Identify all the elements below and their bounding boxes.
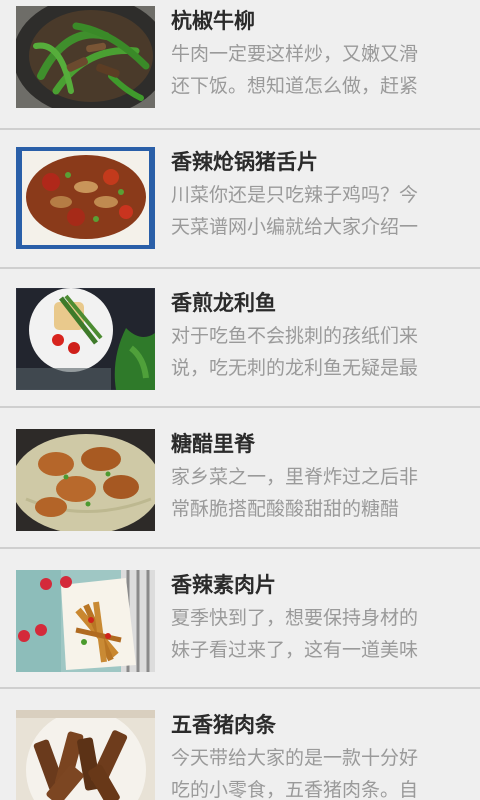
recipe-title: 香辣素肉片 xyxy=(171,573,276,597)
recipe-title: 香煎龙利鱼 xyxy=(171,291,276,315)
recipe-item[interactable]: 香辣素肉片 夏季快到了，想要保持身材的妹子看过来了，这有一道美味的素 xyxy=(0,550,480,689)
recipe-title: 五香猪肉条 xyxy=(171,713,276,737)
recipe-description: 夏季快到了，想要保持身材的妹子看过来了，这有一道美味的素 xyxy=(171,607,419,661)
recipe-thumbnail xyxy=(16,570,155,672)
recipe-thumbnail xyxy=(16,288,155,390)
recipe-thumbnail xyxy=(16,429,155,531)
recipe-description: 川菜你还是只吃辣子鸡吗？今天菜谱网小编就给大家介绍一款风 xyxy=(171,184,419,238)
recipe-thumbnail xyxy=(16,147,155,249)
recipe-item[interactable]: 五香猪肉条 今天带给大家的是一款十分好吃的小零食，五香猪肉条。自己在 xyxy=(0,691,480,800)
recipe-item[interactable]: 糖醋里脊 家乡菜之一，里脊炸过之后非常酥脆搭配酸酸甜甜的糖醋汁。简 xyxy=(0,410,480,549)
recipe-description: 家乡菜之一，里脊炸过之后非常酥脆搭配酸酸甜甜的糖醋汁。简 xyxy=(171,466,419,520)
recipe-thumbnail xyxy=(16,710,155,800)
recipe-item[interactable]: 香煎龙利鱼 对于吃鱼不会挑刺的孩纸们来说，吃无刺的龙利鱼无疑是最好 xyxy=(0,269,480,408)
recipe-list: 杭椒牛柳 牛肉一定要这样炒，又嫩又滑还下饭。想知道怎么做，赶紧接着 香辣炝锅猪舌… xyxy=(0,0,480,800)
recipe-thumbnail xyxy=(16,6,155,108)
recipe-title: 杭椒牛柳 xyxy=(171,9,255,33)
recipe-description: 牛肉一定要这样炒，又嫩又滑还下饭。想知道怎么做，赶紧接着 xyxy=(171,43,419,97)
recipe-description: 今天带给大家的是一款十分好吃的小零食，五香猪肉条。自己在 xyxy=(171,747,419,800)
recipe-title: 香辣炝锅猪舌片 xyxy=(171,150,318,174)
recipe-title: 糖醋里脊 xyxy=(171,432,255,456)
recipe-description: 对于吃鱼不会挑刺的孩纸们来说，吃无刺的龙利鱼无疑是最好 xyxy=(171,325,419,379)
recipe-item[interactable]: 香辣炝锅猪舌片 川菜你还是只吃辣子鸡吗？今天菜谱网小编就给大家介绍一款风 xyxy=(0,130,480,269)
recipe-item[interactable]: 杭椒牛柳 牛肉一定要这样炒，又嫩又滑还下饭。想知道怎么做，赶紧接着 xyxy=(0,0,480,130)
